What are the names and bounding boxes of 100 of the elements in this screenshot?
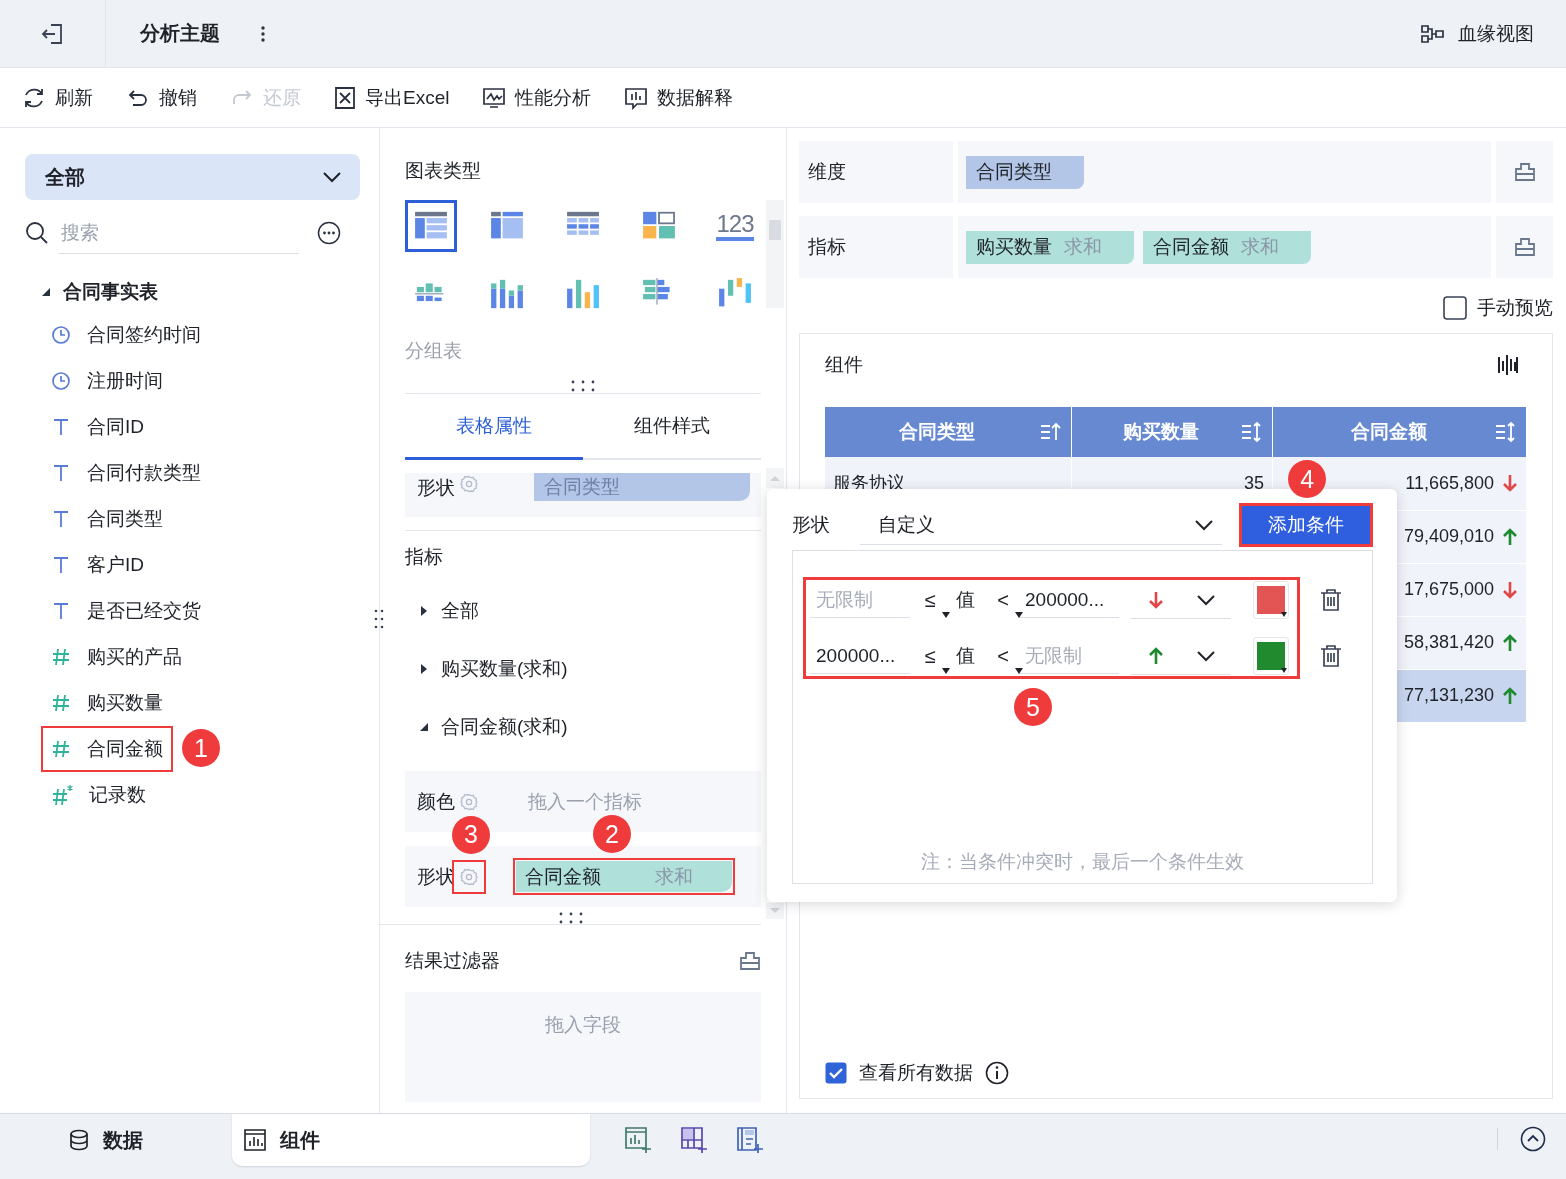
search-field[interactable]: 搜索	[59, 212, 299, 254]
step-badge: 5	[1014, 688, 1052, 726]
field-item[interactable]: 合同签约时间	[41, 312, 211, 358]
table-cell: 17,675,000	[1403, 579, 1494, 600]
grid-plus-icon[interactable]	[680, 1126, 708, 1154]
operator-select[interactable]: ≤	[914, 582, 946, 618]
text-type-icon	[51, 555, 71, 575]
field-chip[interactable]: 合同类型	[965, 155, 1084, 189]
text-type-icon	[51, 463, 71, 483]
scrollbar[interactable]	[765, 200, 784, 308]
clock-icon	[51, 371, 71, 391]
exit-icon[interactable]	[40, 21, 65, 46]
field-item[interactable]: 记录数	[41, 772, 156, 818]
trash-icon[interactable]	[1320, 588, 1342, 612]
field-item[interactable]: 购买的产品	[41, 634, 192, 680]
toolbar-button[interactable]: 性能分析	[482, 84, 592, 111]
shape-slot: 形状 合同类型	[405, 473, 761, 517]
sort-icon[interactable]	[1240, 421, 1262, 443]
measure-item[interactable]: 购买数量(求和)	[405, 640, 574, 698]
search-icon	[25, 221, 49, 245]
toolbar-button[interactable]: 撤销	[126, 84, 197, 111]
bound-field[interactable]: 200000...	[810, 638, 910, 674]
document-plus-icon[interactable]	[736, 1126, 764, 1154]
chart-comment-icon	[624, 85, 649, 110]
bound-field[interactable]: 无限制	[1019, 638, 1119, 674]
drag-handle-icon[interactable]	[557, 911, 584, 925]
table-cell: 79,409,010	[1403, 526, 1494, 547]
collapse-icon[interactable]	[1520, 1126, 1546, 1152]
text-type-icon	[51, 417, 71, 437]
measure-item[interactable]: 全部	[405, 582, 485, 640]
chevron-down-icon	[1194, 518, 1215, 531]
field-item[interactable]: 客户ID	[41, 542, 154, 588]
more-icon[interactable]	[260, 24, 266, 43]
field-item[interactable]: 合同付款类型	[41, 450, 211, 496]
value-label: 值	[956, 588, 975, 612]
checkbox[interactable]	[1443, 296, 1467, 320]
add-field-icon[interactable]	[1513, 237, 1536, 257]
toolbar-button[interactable]: 导出Excel	[334, 84, 450, 111]
field-item[interactable]: 注册时间	[41, 358, 173, 404]
checkbox-label: 手动预览	[1477, 296, 1553, 320]
toolbar-button[interactable]: 刷新	[22, 84, 93, 111]
lineage-view-button[interactable]: 血缘视图	[1420, 20, 1534, 47]
checkbox-label: 查看所有数据	[858, 1061, 973, 1085]
toolbar-button[interactable]: 数据解释	[624, 84, 734, 111]
bottom-tab[interactable]: 组件	[232, 1114, 590, 1166]
chart-type-option[interactable]	[405, 200, 457, 252]
scope-dropdown[interactable]: 全部	[25, 154, 360, 200]
operator-select[interactable]: ≤	[914, 638, 946, 674]
bound-field[interactable]: 200000...	[1019, 582, 1119, 618]
field-item[interactable]: 是否已经交货	[41, 588, 211, 634]
operator-select[interactable]: <	[987, 582, 1019, 618]
drag-handle-icon[interactable]	[570, 379, 596, 393]
shape-mode-select[interactable]: 自定义	[860, 505, 1223, 545]
add-field-icon[interactable]	[1513, 162, 1536, 182]
database-icon	[69, 1129, 89, 1151]
field-item[interactable]: 合同类型	[41, 496, 173, 542]
measure-item[interactable]: 合同金额(求和)	[405, 698, 574, 756]
text-type-icon	[51, 601, 71, 621]
section-title: 指标	[405, 544, 444, 569]
spreadsheet-export-icon	[334, 85, 356, 110]
sort-icon[interactable]	[1494, 421, 1516, 443]
sort-ascending-icon[interactable]	[1039, 421, 1061, 443]
checkbox[interactable]	[824, 1062, 847, 1084]
hash-icon	[51, 693, 71, 713]
dropdown-triangle-icon	[942, 612, 950, 618]
number-card-option[interactable]: 123	[709, 200, 761, 252]
bottom-tab[interactable]: 数据	[0, 1114, 232, 1166]
field-chip[interactable]: 购买数量 求和	[965, 230, 1134, 264]
barcode-chart-icon[interactable]	[1497, 353, 1519, 377]
more-options-icon[interactable]	[317, 221, 341, 245]
info-icon[interactable]	[984, 1061, 1009, 1085]
widget-title: 组件	[824, 353, 863, 377]
chart-window-icon	[244, 1129, 266, 1151]
trash-icon[interactable]	[1320, 644, 1342, 668]
field-chip[interactable]: 合同金额 求和	[1142, 230, 1311, 264]
row-label: 维度	[798, 141, 953, 203]
field-item[interactable]: 购买数量	[41, 680, 173, 726]
drag-handle-icon[interactable]	[373, 608, 385, 630]
field-label: 形状	[792, 513, 830, 537]
page-title: 分析主题	[140, 21, 220, 46]
add-field-icon[interactable]	[739, 951, 761, 971]
caret-icon[interactable]	[41, 287, 51, 297]
table-cell: 77,131,230	[1403, 685, 1494, 706]
dropdown-triangle-icon	[1281, 612, 1287, 617]
dropdown-triangle-icon	[1015, 612, 1023, 618]
field-item[interactable]: 合同ID	[41, 404, 154, 450]
section-title: 图表类型	[405, 159, 482, 183]
chevron-down-icon	[322, 171, 342, 183]
chevron-down-icon	[1196, 593, 1216, 606]
bound-field[interactable]: 无限制	[810, 582, 910, 618]
chart-plus-icon[interactable]	[624, 1126, 652, 1154]
tab[interactable]: 表格属性	[405, 394, 583, 460]
table-cell: 58,381,420	[1403, 632, 1494, 653]
operator-select[interactable]: <	[987, 638, 1019, 674]
tab[interactable]: 组件样式	[583, 394, 761, 460]
table-name[interactable]: 合同事实表	[63, 279, 158, 305]
section-title: 结果过滤器	[405, 949, 500, 973]
chart-type-name: 分组表	[405, 339, 463, 363]
dropdown-triangle-icon	[1015, 668, 1023, 674]
step-badge: 2	[593, 815, 631, 853]
